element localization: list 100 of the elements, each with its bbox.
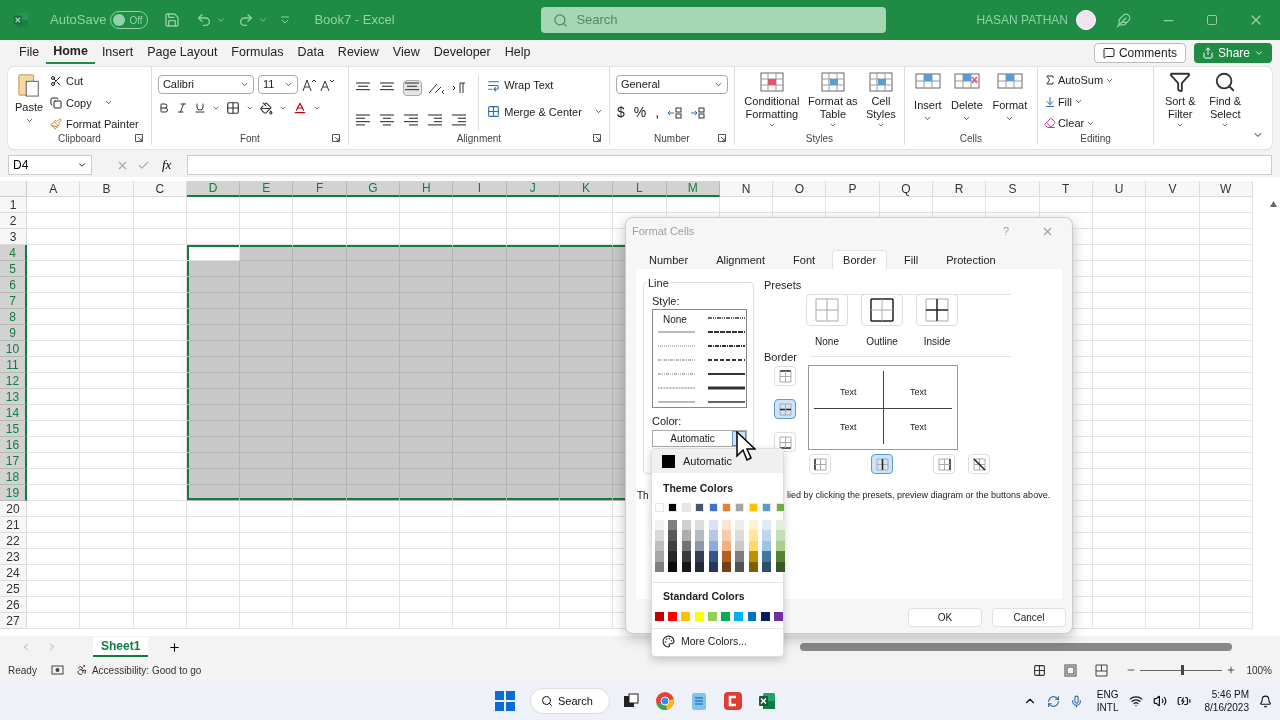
wrap-text-button[interactable]: Wrap Text	[487, 77, 603, 94]
row-header[interactable]: 6	[0, 277, 27, 293]
function-label[interactable]: fx	[162, 155, 172, 175]
format-painter-button[interactable]: Format Painter	[50, 116, 139, 131]
menu-tab[interactable]: Formulas	[224, 41, 291, 64]
dialog-button[interactable]: Cancel	[992, 608, 1066, 627]
number-format-button[interactable]: %	[632, 102, 648, 123]
accessibility-status[interactable]: Accessibility: Good to go	[91, 662, 202, 678]
row-header[interactable]: 15	[0, 421, 27, 437]
row-header[interactable]: 17	[0, 453, 27, 469]
menu-tab[interactable]: Home	[46, 41, 95, 64]
zoom-percent[interactable]: 100%	[1246, 662, 1272, 678]
column-header[interactable]: P	[826, 181, 880, 197]
row-header[interactable]: 11	[0, 357, 27, 373]
font-size-dropdown[interactable]: 11	[257, 75, 298, 94]
row-header[interactable]: 9	[0, 325, 27, 341]
cells-button[interactable]: Insert	[910, 71, 945, 131]
line-style-option[interactable]: None	[663, 312, 687, 327]
column-header[interactable]: N	[719, 181, 774, 197]
menu-tab[interactable]: File	[12, 41, 47, 64]
paste-button[interactable]: Paste	[14, 71, 44, 131]
row-header[interactable]: 16	[0, 437, 27, 453]
row-header[interactable]: 19	[0, 485, 27, 501]
number-format-button[interactable]: ,	[654, 102, 660, 123]
keyboard-layout[interactable]: INTL	[1096, 701, 1119, 714]
group-label: Styles	[805, 132, 833, 145]
menu-tab[interactable]: Help	[497, 41, 538, 64]
row-header[interactable]: 23	[0, 549, 27, 565]
cells-button[interactable]: Delete	[947, 71, 986, 131]
clear-button[interactable]: Clear	[1043, 115, 1115, 131]
menu-tab[interactable]: Data	[290, 41, 331, 64]
styles-button[interactable]: Conditional Formatting	[740, 71, 803, 131]
menu-tab[interactable]: Review	[330, 41, 386, 64]
clock-time[interactable]: 5:46 PM	[1211, 688, 1249, 701]
styles-button[interactable]: Cell Styles	[862, 71, 898, 131]
row-header[interactable]: 27	[0, 613, 27, 629]
group-heading: Presets	[764, 278, 802, 293]
preview-text: Text	[840, 386, 857, 399]
line-style-list[interactable]: None	[652, 309, 747, 408]
row-header[interactable]: 5	[0, 261, 27, 277]
cut-button[interactable]: Cut	[50, 73, 139, 90]
row-header[interactable]: 25	[0, 581, 27, 597]
column-header[interactable]: B	[80, 181, 134, 197]
column-header[interactable]: O	[773, 181, 827, 197]
column-header[interactable]: W	[1199, 181, 1253, 197]
column-header[interactable]: D	[186, 181, 241, 197]
number-format-dropdown[interactable]: General	[615, 75, 728, 94]
find-select-button[interactable]: Find & Select	[1206, 71, 1245, 145]
row-header[interactable]: 1	[0, 197, 27, 213]
column-header[interactable]: V	[1146, 181, 1200, 197]
sort-filter-button[interactable]: Sort & Filter	[1162, 71, 1199, 145]
column-header[interactable]: R	[933, 181, 987, 197]
language-indicator[interactable]: ENG	[1096, 688, 1119, 701]
row-header[interactable]: 26	[0, 597, 27, 613]
clock-date[interactable]: 8/16/2023	[1204, 701, 1249, 714]
dialog-button[interactable]: OK	[908, 608, 982, 627]
automatic-option[interactable]: Automatic	[652, 449, 783, 473]
autosum-button[interactable]: AutoSum	[1043, 72, 1115, 89]
column-header[interactable]: U	[1092, 181, 1147, 197]
taskbar-search[interactable]: Search	[530, 688, 610, 714]
share-button[interactable]: Share	[1193, 42, 1272, 63]
row-header[interactable]: 10	[0, 341, 27, 357]
column-header[interactable]: A	[27, 181, 81, 197]
cells-button[interactable]: Format	[988, 71, 1031, 131]
dialog-tab[interactable]: Border	[832, 250, 888, 269]
column-header[interactable]: G	[346, 181, 401, 197]
column-header[interactable]: K	[559, 181, 614, 197]
row-header[interactable]: 18	[0, 469, 27, 485]
font-name-dropdown[interactable]: Calibri	[157, 75, 254, 94]
border-preview[interactable]: Text Text Text Text	[808, 365, 958, 450]
row-header[interactable]: 24	[0, 565, 27, 581]
comments-button[interactable]: Comments	[1093, 42, 1186, 63]
color-dropdown[interactable]: Automatic	[652, 430, 747, 447]
name-box[interactable]: D4	[8, 155, 92, 175]
row-header[interactable]: 14	[0, 405, 27, 421]
menu-tab[interactable]: Insert	[94, 41, 141, 64]
merge-center-button[interactable]: Merge & Center	[487, 103, 603, 120]
menu-tab[interactable]: Page Layout	[140, 41, 225, 64]
column-header[interactable]: S	[986, 181, 1040, 197]
row-header[interactable]: 2	[0, 213, 27, 229]
row-header[interactable]: 8	[0, 309, 27, 325]
column-header[interactable]: J	[506, 181, 560, 197]
row-header[interactable]: 22	[0, 533, 27, 549]
column-header[interactable]: Q	[879, 181, 934, 197]
styles-button[interactable]: Format as Table	[806, 71, 859, 131]
column-header[interactable]: C	[133, 181, 187, 197]
row-header[interactable]: 3	[0, 229, 27, 245]
sheet-tab[interactable]: Sheet1	[93, 637, 149, 657]
row-header[interactable]: 12	[0, 373, 27, 389]
more-colors-option[interactable]: More Colors...	[662, 634, 783, 650]
fill-button[interactable]: Fill	[1043, 93, 1115, 110]
copy-button[interactable]: Copy	[50, 94, 139, 111]
column-header[interactable]: M	[666, 181, 720, 197]
menu-tab[interactable]: Developer	[426, 41, 498, 64]
row-header[interactable]: 21	[0, 517, 27, 533]
column-header[interactable]: T	[1039, 181, 1093, 197]
row-header[interactable]: 13	[0, 389, 27, 405]
row-header[interactable]: 20	[0, 501, 27, 517]
menu-tab[interactable]: View	[385, 41, 427, 64]
number-format-button[interactable]: $	[615, 102, 626, 123]
